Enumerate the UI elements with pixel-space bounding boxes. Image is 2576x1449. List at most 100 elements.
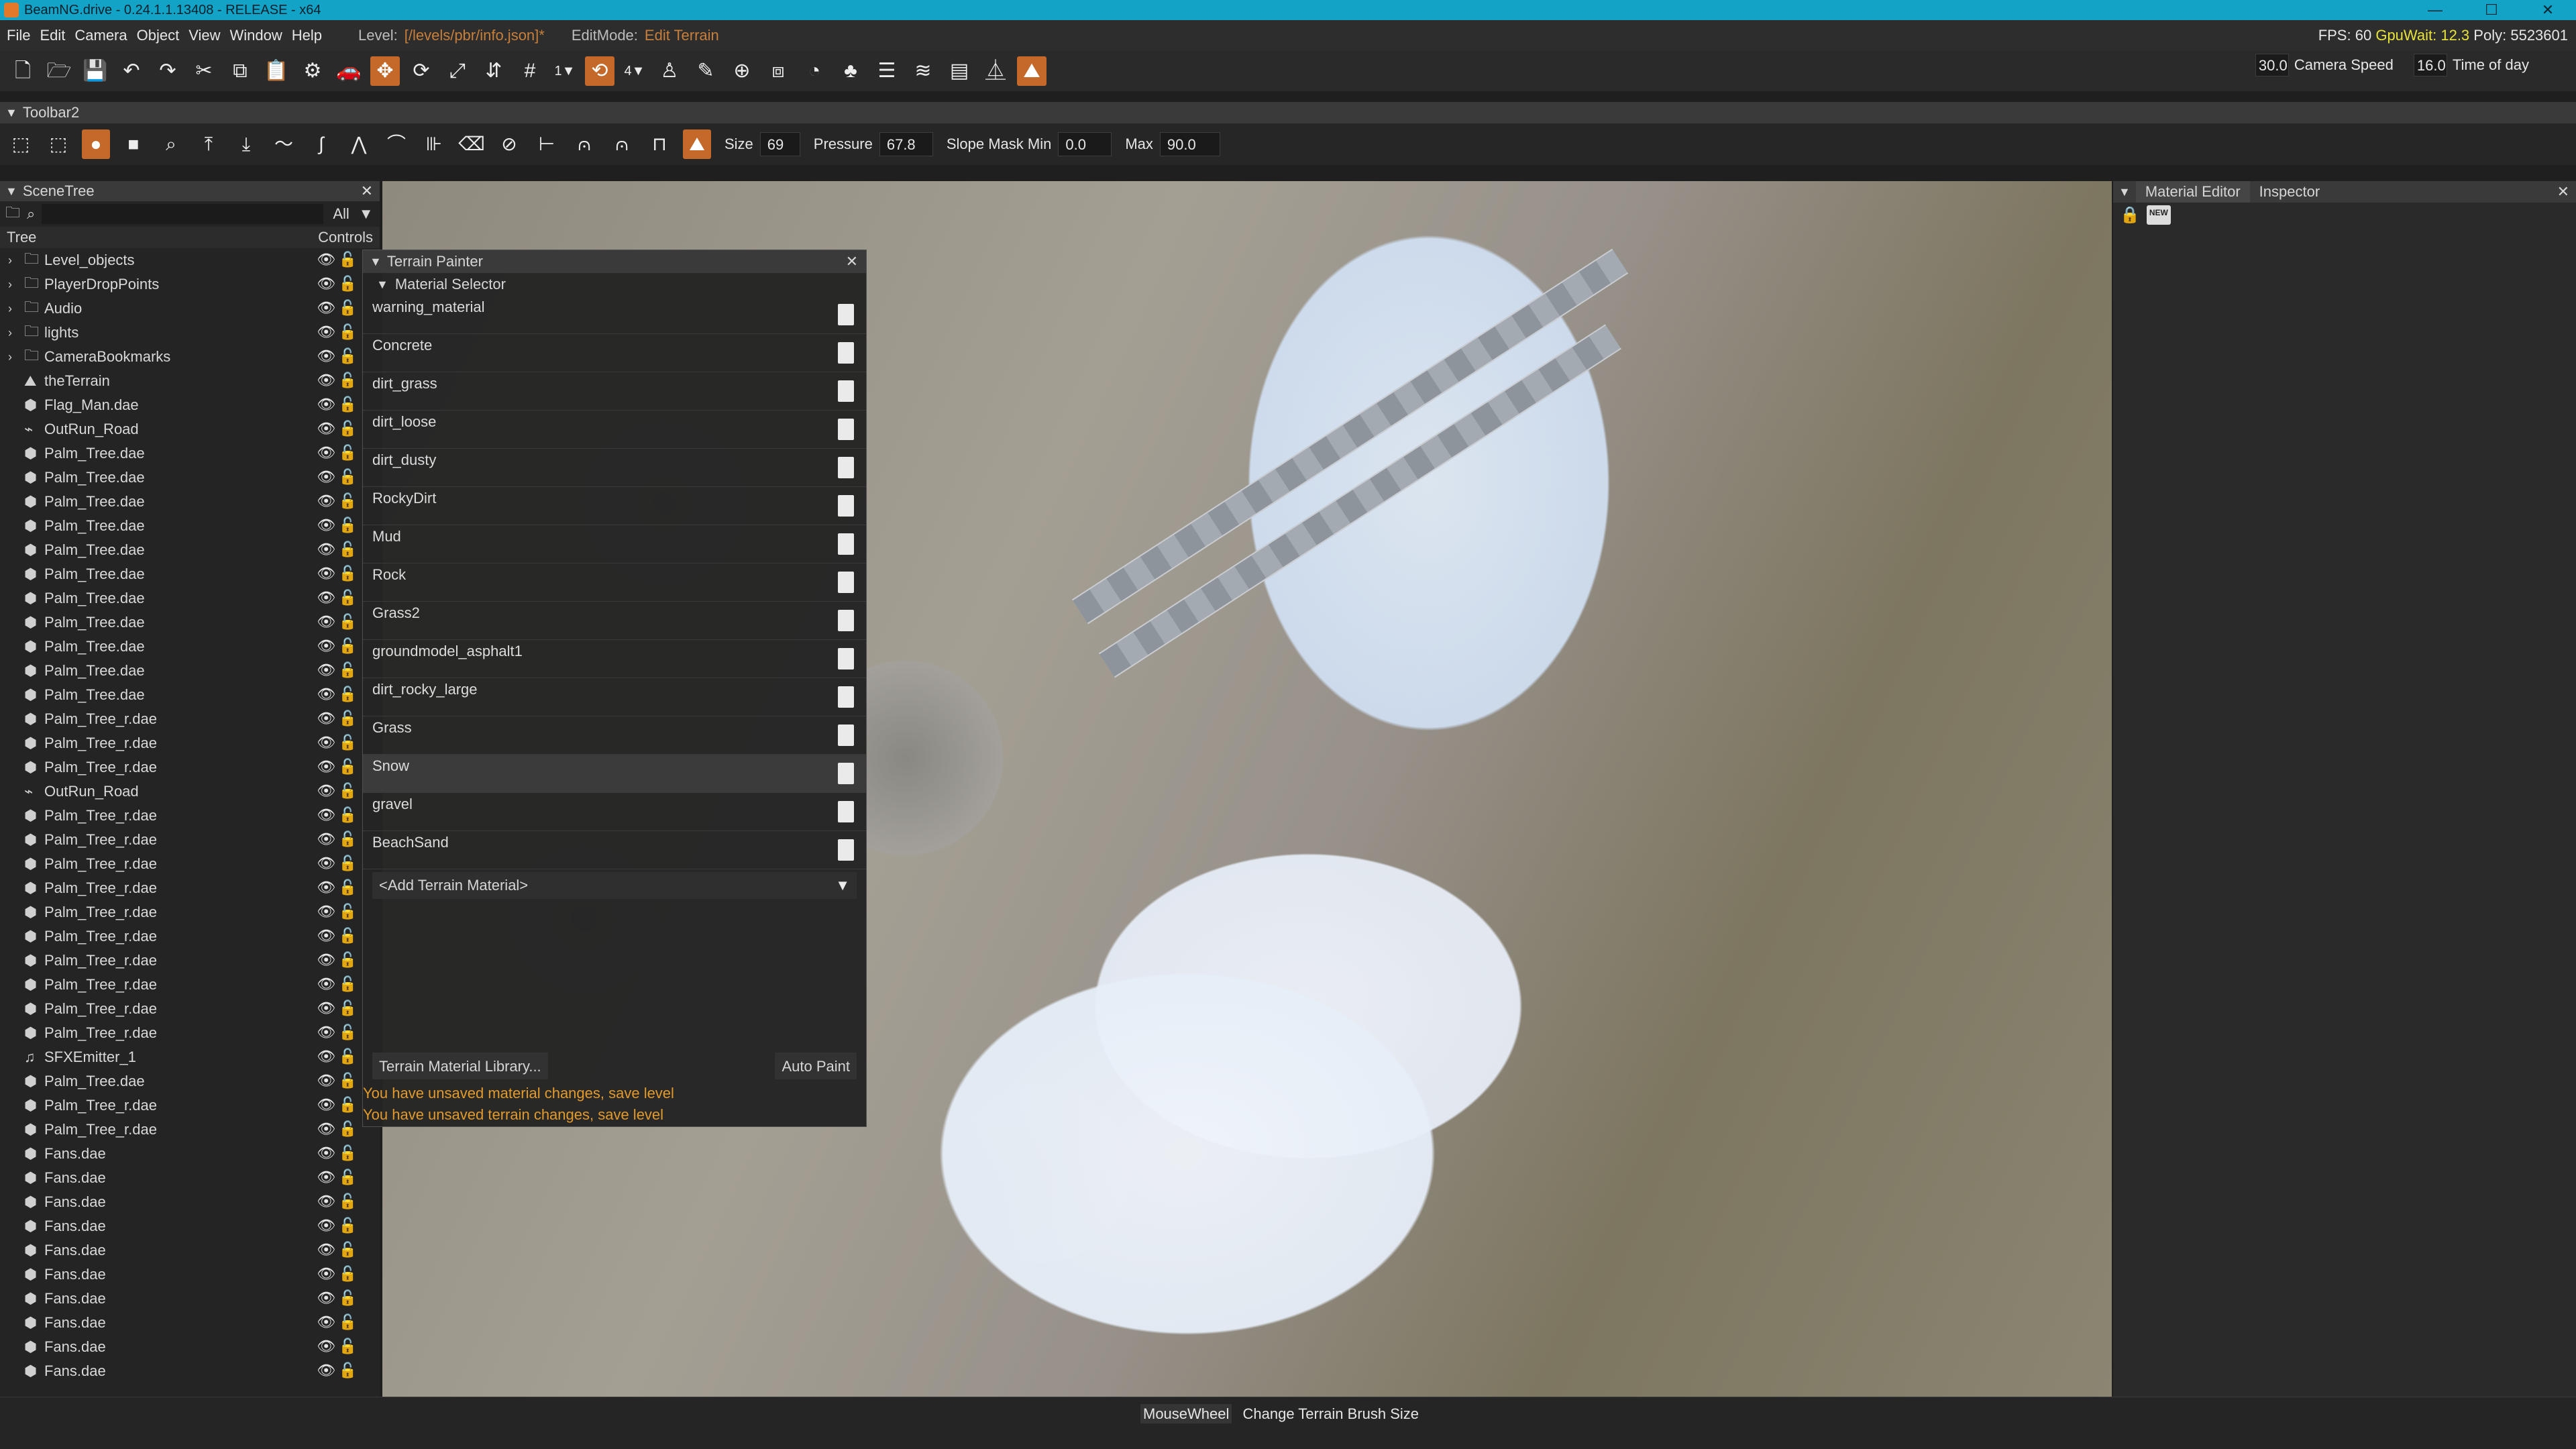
- expand-chevron-icon[interactable]: ›: [8, 350, 24, 364]
- terrain-paint-icon[interactable]: ⛰: [1017, 56, 1046, 86]
- lock-icon[interactable]: 🔓: [339, 1217, 357, 1234]
- tree-row[interactable]: ⬢ Palm_Tree.dae 👁 🔓: [0, 683, 380, 707]
- settings-gear-icon[interactable]: ⚙: [298, 56, 327, 86]
- lock-icon[interactable]: 🔓: [339, 806, 357, 824]
- save-icon[interactable]: 💾: [80, 56, 110, 86]
- tree-row[interactable]: ⬢ Palm_Tree_r.dae 👁 🔓: [0, 828, 380, 852]
- new-material-button[interactable]: NEW: [2146, 205, 2171, 225]
- delete-trash-icon[interactable]: [838, 724, 854, 746]
- select-brush-icon[interactable]: ⬚: [44, 129, 72, 159]
- visibility-eye-icon[interactable]: 👁: [317, 710, 335, 727]
- tree-row[interactable]: ⬢ Palm_Tree_r.dae 👁 🔓: [0, 973, 380, 997]
- visibility-eye-icon[interactable]: 👁: [317, 782, 335, 800]
- visibility-eye-icon[interactable]: 👁: [317, 661, 335, 679]
- material-row[interactable]: warning_material: [363, 296, 866, 334]
- tree-row[interactable]: ⬢ Palm_Tree_r.dae 👁 🔓: [0, 731, 380, 755]
- pencil-icon[interactable]: ✎: [691, 56, 720, 86]
- lock-icon[interactable]: 🔓: [339, 637, 357, 655]
- paint-material-icon[interactable]: ⛰: [683, 129, 711, 159]
- visibility-eye-icon[interactable]: 👁: [317, 1048, 335, 1065]
- visibility-eye-icon[interactable]: 👁: [317, 806, 335, 824]
- lock-icon[interactable]: 🔒: [2120, 205, 2140, 225]
- material-row[interactable]: Snow: [363, 755, 866, 793]
- visibility-eye-icon[interactable]: 👁: [317, 347, 335, 365]
- pressure-input[interactable]: 67.8: [879, 132, 933, 156]
- tree-row[interactable]: › 🗀 Level_objects 👁 🔓: [0, 248, 380, 272]
- grid-snap-icon[interactable]: #: [515, 56, 545, 86]
- lock-icon[interactable]: 🔓: [339, 686, 357, 703]
- tree-row[interactable]: ⬢ Palm_Tree_r.dae 👁 🔓: [0, 997, 380, 1021]
- tree-row[interactable]: › 🗀 CameraBookmarks 👁 🔓: [0, 345, 380, 369]
- menu-file[interactable]: File: [7, 27, 30, 44]
- visibility-eye-icon[interactable]: 👁: [317, 1120, 335, 1138]
- delete-trash-icon[interactable]: [838, 342, 854, 364]
- lock-icon[interactable]: 🔓: [339, 1096, 357, 1114]
- add-terrain-material-dropdown[interactable]: <Add Terrain Material> ▼: [372, 872, 857, 899]
- material-row[interactable]: dirt_rocky_large: [363, 678, 866, 716]
- material-selector-section[interactable]: ▼ Material Selector: [363, 273, 866, 296]
- lock-icon[interactable]: 🔓: [339, 710, 357, 727]
- tree-row[interactable]: ⬢ Fans.dae 👁 🔓: [0, 1263, 380, 1287]
- material-row[interactable]: Rock: [363, 564, 866, 602]
- visibility-eye-icon[interactable]: 👁: [317, 613, 335, 631]
- lock-icon[interactable]: 🔓: [339, 275, 357, 292]
- lock-icon[interactable]: 🔓: [339, 1048, 357, 1065]
- material-row[interactable]: RockyDirt: [363, 487, 866, 525]
- close-icon[interactable]: ✕: [846, 250, 858, 273]
- menu-camera[interactable]: Camera: [74, 27, 127, 44]
- expand-chevron-icon[interactable]: ›: [8, 302, 24, 316]
- lock-icon[interactable]: 🔓: [339, 1000, 357, 1017]
- toolbar2-header[interactable]: ▼ Toolbar2: [0, 102, 2576, 123]
- delete-trash-icon[interactable]: [838, 801, 854, 822]
- tree-row[interactable]: ⬢ Palm_Tree_r.dae 👁 🔓: [0, 900, 380, 924]
- tree-row[interactable]: ⬢ Palm_Tree_r.dae 👁 🔓: [0, 707, 380, 731]
- material-row[interactable]: Grass2: [363, 602, 866, 640]
- filter-icon[interactable]: ▼: [359, 205, 374, 223]
- snap-4-dropdown[interactable]: 4▼: [621, 56, 648, 86]
- lock-icon[interactable]: 🔓: [339, 1241, 357, 1258]
- lock-icon[interactable]: 🔓: [339, 1120, 357, 1138]
- visibility-eye-icon[interactable]: 👁: [317, 975, 335, 993]
- material-library-button[interactable]: Terrain Material Library...: [372, 1053, 548, 1079]
- lock-icon[interactable]: 🔓: [339, 1362, 357, 1379]
- delete-trash-icon[interactable]: [838, 533, 854, 555]
- material-row[interactable]: groundmodel_asphalt1: [363, 640, 866, 678]
- paste-icon[interactable]: 📋: [262, 56, 291, 86]
- visibility-eye-icon[interactable]: 👁: [317, 927, 335, 945]
- tree-row[interactable]: ⬢ Palm_Tree.dae 👁 🔓: [0, 635, 380, 659]
- delete-trash-icon[interactable]: [838, 572, 854, 593]
- visibility-eye-icon[interactable]: 👁: [317, 589, 335, 606]
- lower-height-icon[interactable]: ⤓: [232, 129, 260, 159]
- visibility-eye-icon[interactable]: 👁: [317, 903, 335, 920]
- forest-icon[interactable]: ♣: [836, 56, 865, 86]
- lock-icon[interactable]: 🔓: [339, 251, 357, 268]
- tree-row[interactable]: ⬢ Palm_Tree.dae 👁 🔓: [0, 538, 380, 562]
- lock-icon[interactable]: 🔓: [339, 855, 357, 872]
- tab-material-editor[interactable]: Material Editor: [2135, 181, 2250, 203]
- tree-row[interactable]: › 🗀 Audio 👁 🔓: [0, 297, 380, 321]
- delete-trash-icon[interactable]: [838, 304, 854, 325]
- tree-row[interactable]: ⬢ Palm_Tree.dae 👁 🔓: [0, 659, 380, 683]
- visibility-eye-icon[interactable]: 👁: [317, 372, 335, 389]
- menu-edit[interactable]: Edit: [40, 27, 65, 44]
- tree-row[interactable]: ⬢ Fans.dae 👁 🔓: [0, 1214, 380, 1238]
- lock-icon[interactable]: 🔓: [339, 1338, 357, 1355]
- lock-icon[interactable]: 🔓: [339, 420, 357, 437]
- material-row[interactable]: dirt_loose: [363, 411, 866, 449]
- visibility-eye-icon[interactable]: 👁: [317, 468, 335, 486]
- erase-icon[interactable]: ⌫: [458, 129, 486, 159]
- material-row[interactable]: Concrete: [363, 334, 866, 372]
- tree-row[interactable]: ⬢ Fans.dae 👁 🔓: [0, 1142, 380, 1166]
- material-row[interactable]: Grass: [363, 716, 866, 755]
- lock-icon[interactable]: 🔓: [339, 1265, 357, 1283]
- lock-icon[interactable]: 🔓: [339, 1193, 357, 1210]
- visibility-eye-icon[interactable]: 👁: [317, 299, 335, 317]
- minimize-button[interactable]: —: [2407, 0, 2463, 20]
- circle-brush-icon[interactable]: ●: [82, 129, 110, 159]
- road-icon[interactable]: ⏅: [981, 56, 1010, 86]
- rotate-tool-icon[interactable]: ⟳: [407, 56, 436, 86]
- visibility-eye-icon[interactable]: 👁: [317, 1313, 335, 1331]
- redo-icon[interactable]: ↷: [153, 56, 182, 86]
- lock-icon[interactable]: 🔓: [339, 927, 357, 945]
- expand-chevron-icon[interactable]: ›: [8, 278, 24, 292]
